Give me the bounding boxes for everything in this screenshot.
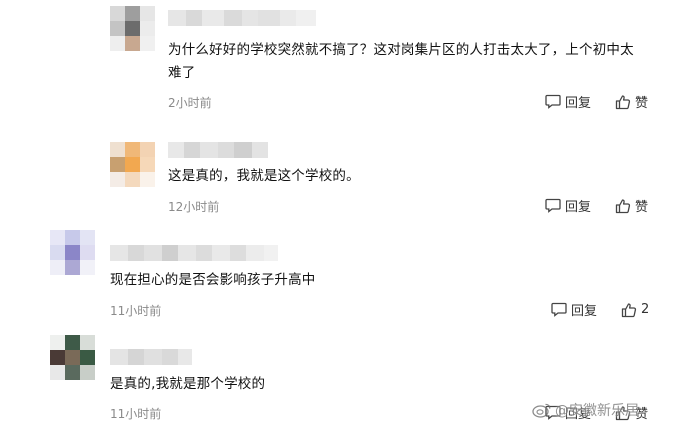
watermark: @安徽新乐居 xyxy=(532,400,639,420)
like-button[interactable]: 2 xyxy=(621,302,649,318)
reply-label: 回复 xyxy=(571,304,598,319)
comment-text-line: 难了 xyxy=(168,65,196,81)
comment-time: 11小时前 xyxy=(110,304,162,318)
like-button[interactable]: 赞 xyxy=(615,92,648,111)
comment-time: 2小时前 xyxy=(168,96,212,110)
comment-text: 这是真的，我就是这个学校的。 xyxy=(168,168,360,184)
username-blurred[interactable] xyxy=(168,10,316,26)
thumbs-up-icon xyxy=(615,198,631,213)
weibo-logo-icon xyxy=(532,403,551,418)
comment-text: 现在担心的是否会影响孩子升高中 xyxy=(110,272,316,288)
avatar[interactable] xyxy=(110,142,155,187)
comment-actions: 回复 赞 xyxy=(545,92,648,111)
comment-time: 11小时前 xyxy=(110,407,162,421)
avatar[interactable] xyxy=(50,230,95,275)
reply-button[interactable]: 回复 xyxy=(545,196,591,215)
comment-item: 这是真的，我就是这个学校的。 12小时前 回复 赞 xyxy=(0,120,690,220)
like-count: 2 xyxy=(641,302,650,317)
watermark-text: @安徽新乐居 xyxy=(555,403,639,419)
like-button[interactable]: 赞 xyxy=(615,196,648,215)
comment-actions: 回复 赞 xyxy=(545,196,648,215)
reply-button[interactable]: 回复 xyxy=(551,300,597,319)
comment-item: 为什么好好的学校突然就不搞了？这对岗集片区的人打击太大了，上个初中太 难了 2小… xyxy=(0,0,690,120)
comment-bubble-icon xyxy=(551,302,567,317)
like-label: 赞 xyxy=(635,200,649,215)
comment-item: 现在担心的是否会影响孩子升高中 11小时前 回复 2 xyxy=(0,220,690,330)
comment-bubble-icon xyxy=(545,94,561,109)
reply-button[interactable]: 回复 xyxy=(545,92,591,111)
thumbs-up-icon xyxy=(615,94,631,109)
reply-label: 回复 xyxy=(565,200,592,215)
thumbs-up-icon xyxy=(621,302,637,317)
username-blurred[interactable] xyxy=(110,349,192,365)
avatar[interactable] xyxy=(50,335,95,380)
comment-text-line: 为什么好好的学校突然就不搞了？这对岗集片区的人打击太大了，上个初中太 xyxy=(168,42,634,58)
avatar[interactable] xyxy=(110,6,155,51)
comment-text: 为什么好好的学校突然就不搞了？这对岗集片区的人打击太大了，上个初中太 难了 xyxy=(168,39,634,85)
like-label: 赞 xyxy=(635,96,649,111)
username-blurred[interactable] xyxy=(110,245,278,261)
comment-time: 12小时前 xyxy=(168,200,220,214)
comment-bubble-icon xyxy=(545,198,561,213)
comment-text: 是真的,我就是那个学校的 xyxy=(110,376,266,392)
username-blurred[interactable] xyxy=(168,142,268,158)
reply-label: 回复 xyxy=(565,96,592,111)
comment-actions: 回复 2 xyxy=(551,300,649,319)
